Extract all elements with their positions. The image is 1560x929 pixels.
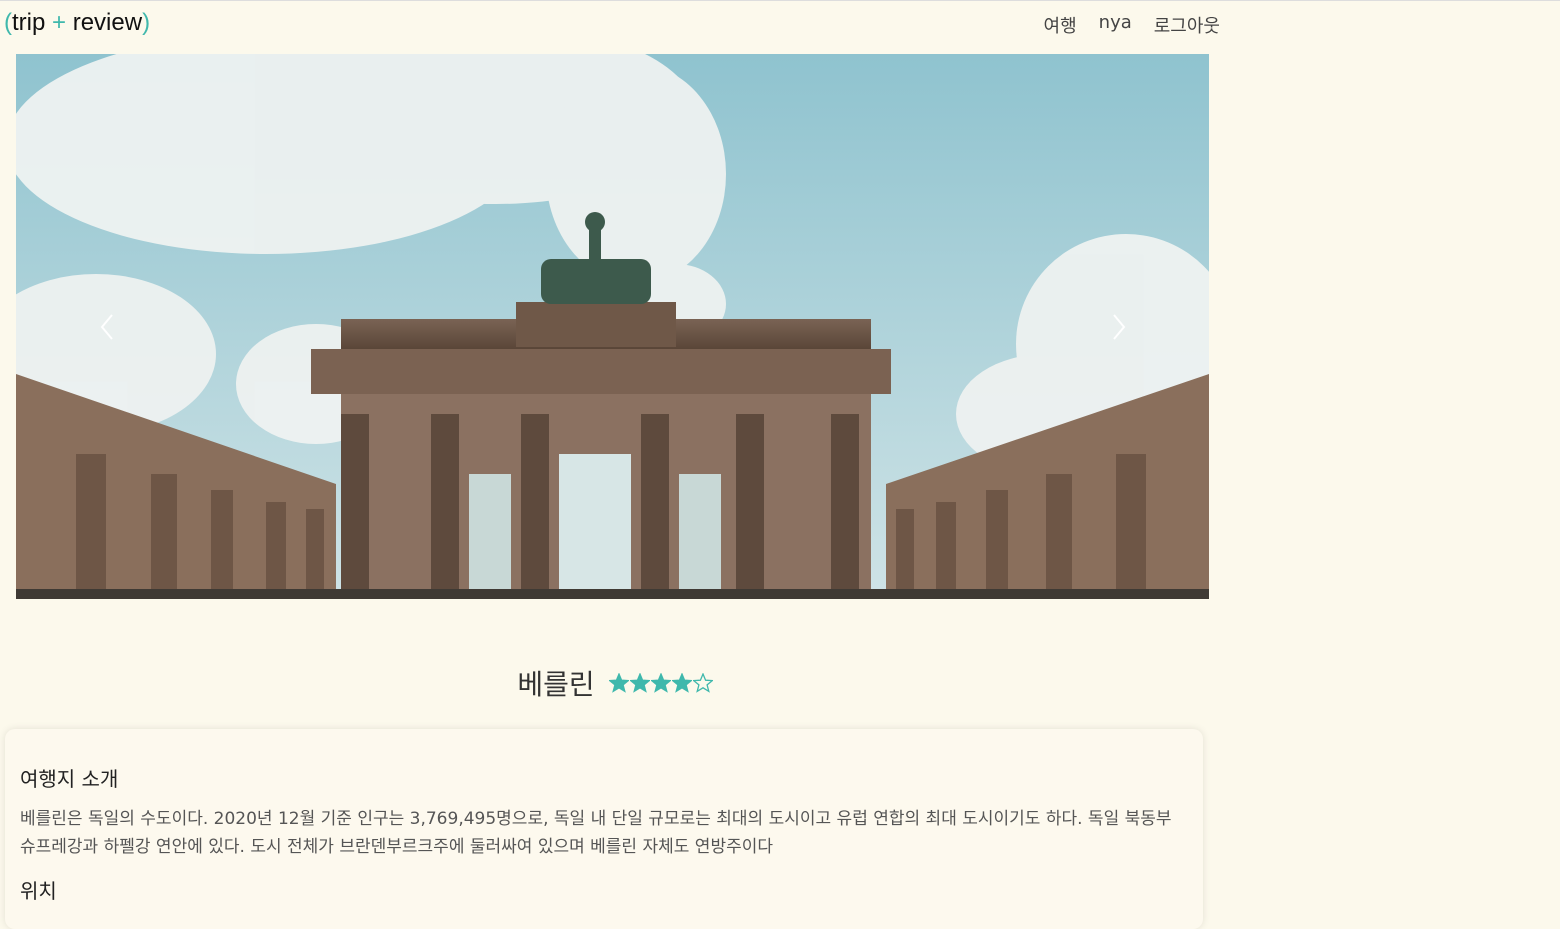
image-carousel[interactable] xyxy=(16,54,1209,599)
intro-heading: 여행지 소개 xyxy=(20,767,119,791)
nav-links: 여행 nya 로그아웃 xyxy=(1044,12,1220,38)
chevron-left-icon xyxy=(100,314,113,340)
chevron-right-icon xyxy=(1113,314,1126,340)
star-empty-icon xyxy=(692,673,713,693)
carousel-photo xyxy=(16,54,1209,599)
navbar: (trip + review) 여행 nya 로그아웃 xyxy=(0,1,1230,49)
place-title-row: 베를린 xyxy=(0,663,1230,703)
star-filled-icon xyxy=(671,673,692,693)
carousel-next-button[interactable] xyxy=(1104,312,1132,342)
star-filled-icon xyxy=(608,673,629,693)
nav-user-link[interactable]: nya xyxy=(1099,12,1132,38)
star-filled-icon xyxy=(650,673,671,693)
logo[interactable]: (trip + review) xyxy=(4,9,150,37)
carousel-prev-button[interactable] xyxy=(94,312,122,342)
nav-logout-link[interactable]: 로그아웃 xyxy=(1154,12,1220,38)
place-title: 베를린 xyxy=(517,668,595,701)
place-info-card: 여행지 소개 베를린은 독일의 수도이다. 2020년 12월 기준 인구는 3… xyxy=(5,729,1203,929)
star-filled-icon xyxy=(629,673,650,693)
rating-stars xyxy=(608,673,713,693)
intro-description: 베를린은 독일의 수도이다. 2020년 12월 기준 인구는 3,769,49… xyxy=(20,809,1172,857)
nav-trip-link[interactable]: 여행 xyxy=(1044,12,1077,38)
